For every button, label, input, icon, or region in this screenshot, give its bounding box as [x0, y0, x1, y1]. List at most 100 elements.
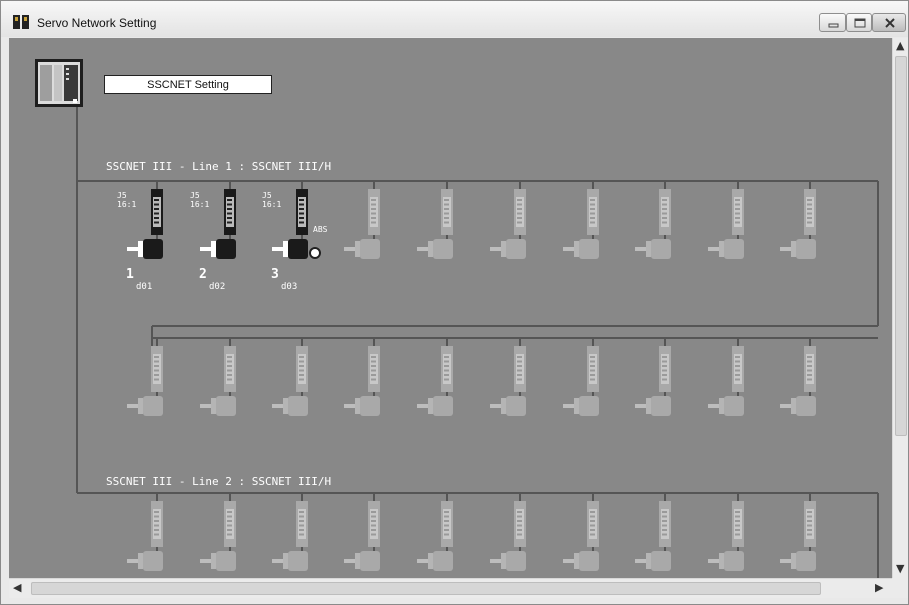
scroll-down-icon[interactable]: ▼ [896, 562, 904, 575]
axis-name: d03 [281, 282, 298, 292]
line-1-row1-servo-motor-icon-2[interactable] [200, 237, 238, 261]
line-1-row2-servo-motor-icon-9[interactable] [708, 394, 746, 418]
axis-type-label: J5 16:1 [262, 191, 281, 209]
servo-network-icon [13, 15, 29, 29]
line-1-row1-servo-motor-icon-10[interactable] [780, 237, 818, 261]
maximize-button[interactable] [846, 13, 872, 32]
line-2-row1-servo-motor-icon-7[interactable] [563, 549, 601, 573]
line-1-row2-servo-motor-icon-6[interactable] [490, 394, 528, 418]
line-2-row1-servo-motor-icon-2[interactable] [200, 549, 238, 573]
axis-name: d01 [136, 282, 153, 292]
window-title: Servo Network Setting [37, 16, 157, 30]
line-1-row2-servo-amplifier-icon-4[interactable] [366, 346, 382, 392]
size-grip[interactable] [892, 578, 908, 598]
line-2-row1-servo-motor-icon-8[interactable] [635, 549, 673, 573]
line-1-row1-servo-amplifier-icon-9[interactable] [730, 189, 746, 235]
line-1-row1-servo-motor-icon-8[interactable] [635, 237, 673, 261]
line-1-row2-servo-amplifier-icon-3[interactable] [294, 346, 310, 392]
line-1-row2-servo-motor-icon-5[interactable] [417, 394, 455, 418]
line-2-row1-servo-amplifier-icon-1[interactable] [149, 501, 165, 547]
axis-model: J5 [262, 191, 272, 200]
line-2-row1-servo-motor-icon-5[interactable] [417, 549, 455, 573]
axis-model: J5 [190, 191, 200, 200]
horizontal-scrollbar[interactable]: ◀ ▶ [9, 578, 892, 598]
line-2-row1-servo-motor-icon-9[interactable] [708, 549, 746, 573]
line-1-row2-servo-motor-icon-7[interactable] [563, 394, 601, 418]
line-2-row1-servo-amplifier-icon-9[interactable] [730, 501, 746, 547]
line-1-row2-servo-amplifier-icon-6[interactable] [512, 346, 528, 392]
line-1-row1-servo-amplifier-icon-5[interactable] [439, 189, 455, 235]
close-icon [885, 18, 895, 28]
minimize-icon [828, 23, 839, 28]
title-bar[interactable]: Servo Network Setting [1, 1, 908, 37]
line-1-row1-servo-amplifier-icon-6[interactable] [512, 189, 528, 235]
axis-number: 1 [126, 267, 134, 282]
window-frame-bottom [1, 598, 908, 604]
line-2-row1-servo-amplifier-icon-4[interactable] [366, 501, 382, 547]
abs-encoder-icon [309, 247, 321, 259]
motion-controller-icon[interactable] [35, 59, 83, 107]
scroll-right-icon[interactable]: ▶ [875, 581, 883, 594]
line-1-row2-servo-amplifier-icon-8[interactable] [657, 346, 673, 392]
restore-icon [854, 18, 866, 28]
line-1-row2-servo-amplifier-icon-7[interactable] [585, 346, 601, 392]
line-1-row1-servo-amplifier-icon-1[interactable] [149, 189, 165, 235]
abs-encoder-badge: ABS [313, 225, 328, 234]
line-2-row1-servo-motor-icon-4[interactable] [344, 549, 382, 573]
line-2-row1-servo-motor-icon-3[interactable] [272, 549, 310, 573]
horizontal-scroll-thumb[interactable] [31, 582, 821, 595]
axis-ratio: 16:1 [190, 200, 210, 209]
line-1-row2-servo-amplifier-icon-2[interactable] [222, 346, 238, 392]
vertical-scroll-thumb[interactable] [895, 56, 907, 436]
axis-model: J5 [117, 191, 127, 200]
line-2-row1-servo-motor-icon-10[interactable] [780, 549, 818, 573]
close-button[interactable] [872, 13, 906, 32]
line-1-row2-servo-motor-icon-2[interactable] [200, 394, 238, 418]
line-1-row1-servo-motor-icon-6[interactable] [490, 237, 528, 261]
sscnet-setting-button[interactable]: SSCNET Setting [104, 75, 272, 94]
line-1-row2-servo-motor-icon-3[interactable] [272, 394, 310, 418]
line-1-row1-servo-amplifier-icon-8[interactable] [657, 189, 673, 235]
line-1-row1-servo-amplifier-icon-4[interactable] [366, 189, 382, 235]
axis-number: 2 [199, 267, 207, 282]
axis-number: 3 [271, 267, 279, 282]
line-1-row2-servo-motor-icon-8[interactable] [635, 394, 673, 418]
vertical-scrollbar[interactable]: ▲ ▼ [892, 38, 908, 578]
line-2-row1-servo-motor-icon-6[interactable] [490, 549, 528, 573]
network-canvas[interactable]: SSCNET Setting SSCNET III - Line 1 : SSC… [9, 38, 892, 578]
line-1-row1-servo-motor-icon-9[interactable] [708, 237, 746, 261]
line-1-row1-servo-motor-icon-4[interactable] [344, 237, 382, 261]
line-1-row1-servo-motor-icon-1[interactable] [127, 237, 165, 261]
line-2-row1-servo-amplifier-icon-2[interactable] [222, 501, 238, 547]
line-1-row2-servo-motor-icon-10[interactable] [780, 394, 818, 418]
line-1-row1-servo-amplifier-icon-2[interactable] [222, 189, 238, 235]
scroll-up-icon[interactable]: ▲ [896, 39, 904, 52]
line-1-row2-servo-amplifier-icon-1[interactable] [149, 346, 165, 392]
line-1-row1-servo-amplifier-icon-3[interactable] [294, 189, 310, 235]
line-2-row1-servo-amplifier-icon-6[interactable] [512, 501, 528, 547]
minimize-button[interactable] [819, 13, 846, 32]
line-1-row2-servo-amplifier-icon-10[interactable] [802, 346, 818, 392]
axis-name: d02 [209, 282, 226, 292]
scroll-left-icon[interactable]: ◀ [13, 581, 21, 594]
line-2-row1-servo-amplifier-icon-8[interactable] [657, 501, 673, 547]
line-2-row1-servo-amplifier-icon-5[interactable] [439, 501, 455, 547]
line-1-label: SSCNET III - Line 1 : SSCNET III/H [106, 160, 332, 173]
servo-network-window: Servo Network Setting SSCNET Setting SSC… [0, 0, 909, 605]
line-1-row1-servo-motor-icon-3[interactable] [272, 237, 310, 261]
window-frame-left [1, 38, 9, 598]
line-1-row2-servo-motor-icon-1[interactable] [127, 394, 165, 418]
line-1-row2-servo-amplifier-icon-9[interactable] [730, 346, 746, 392]
line-2-row1-servo-amplifier-icon-3[interactable] [294, 501, 310, 547]
line-1-row1-servo-amplifier-icon-10[interactable] [802, 189, 818, 235]
line-1-row1-servo-motor-icon-5[interactable] [417, 237, 455, 261]
line-2-row1-servo-motor-icon-1[interactable] [127, 549, 165, 573]
line-1-row1-servo-amplifier-icon-7[interactable] [585, 189, 601, 235]
line-1-row2-servo-motor-icon-4[interactable] [344, 394, 382, 418]
line-2-row1-servo-amplifier-icon-10[interactable] [802, 501, 818, 547]
line-2-label: SSCNET III - Line 2 : SSCNET III/H [106, 475, 332, 488]
line-2-row1-servo-amplifier-icon-7[interactable] [585, 501, 601, 547]
line-1-row2-servo-amplifier-icon-5[interactable] [439, 346, 455, 392]
axis-ratio: 16:1 [117, 200, 137, 209]
line-1-row1-servo-motor-icon-7[interactable] [563, 237, 601, 261]
